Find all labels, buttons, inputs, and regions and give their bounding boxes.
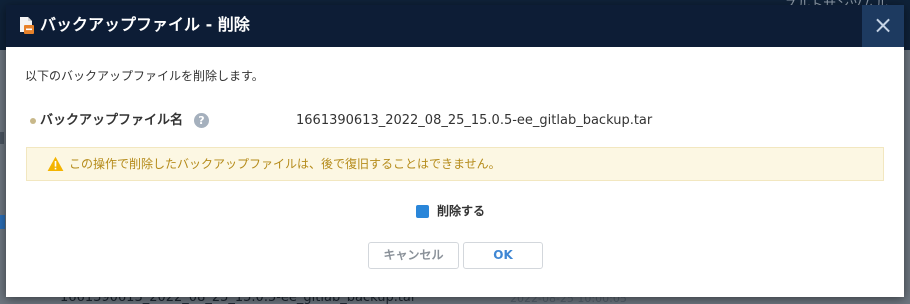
warning-alert: この操作で削除したバックアップファイルは、後で復旧することはできません。 (26, 147, 884, 181)
ok-button[interactable]: OK (463, 242, 543, 269)
background-left-marker (0, 132, 4, 144)
warning-message: この操作で削除したバックアップファイルは、後で復旧することはできません。 (69, 157, 501, 171)
dialog-intro-text: 以下のバックアップファイルを削除します。 (25, 69, 264, 83)
bullet-icon (30, 118, 36, 124)
background-left-accent (0, 215, 5, 229)
backup-filename-row: バックアップファイル名 ? 1661390613_2022_08_25_15.0… (28, 112, 888, 130)
warning-triangle-icon (47, 156, 64, 171)
cancel-button[interactable]: キャンセル (368, 242, 459, 269)
close-button[interactable]: × (862, 5, 904, 47)
confirm-delete-label[interactable]: 削除する (437, 203, 485, 219)
dialog-header: バックアップファイル - 削除 × (6, 5, 904, 47)
delete-backup-dialog: バックアップファイル - 削除 × 以下のバックアップファイルを削除します。 バ… (6, 5, 904, 297)
dialog-title: バックアップファイル - 削除 (40, 15, 250, 34)
close-icon: × (872, 11, 894, 39)
confirm-delete-checkbox[interactable] (416, 205, 429, 218)
backup-filename-label: バックアップファイル名 (40, 113, 184, 128)
backup-filename-value: 1661390613_2022_08_25_15.0.5-ee_gitlab_b… (296, 113, 653, 128)
file-delete-icon (20, 17, 34, 34)
help-circle-icon[interactable]: ? (194, 113, 209, 128)
